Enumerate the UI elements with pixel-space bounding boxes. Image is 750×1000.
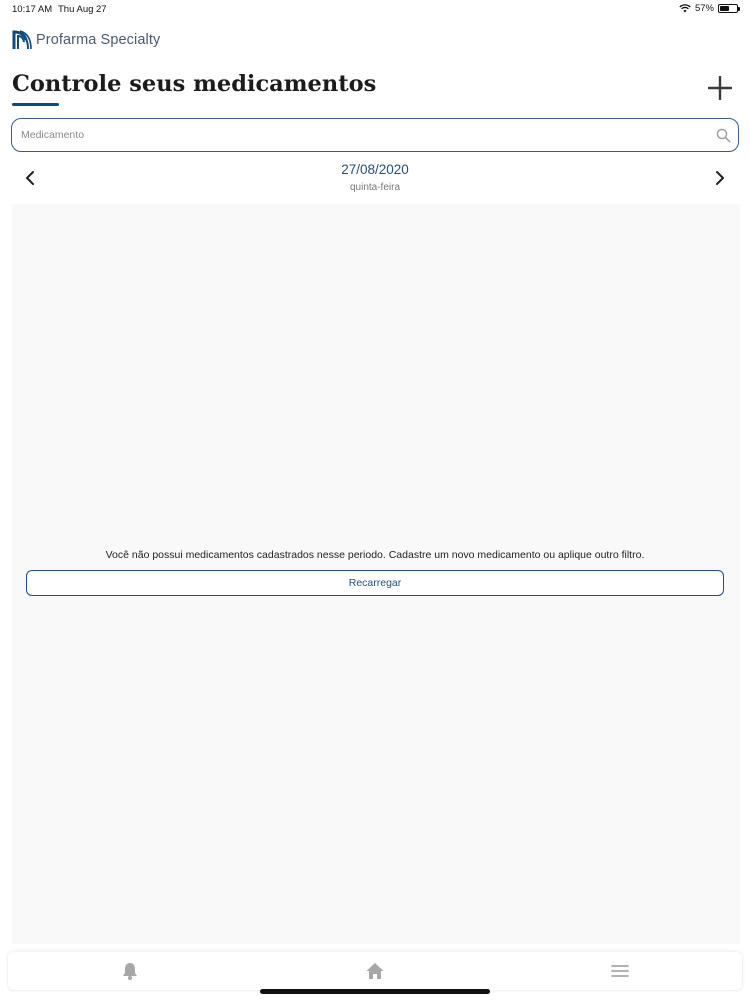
status-bar: 10:17 AM Thu Aug 27 57% — [0, 0, 750, 20]
status-date: Thu Aug 27 — [58, 4, 107, 15]
menu-icon[interactable] — [610, 961, 630, 981]
status-time: 10:17 AM — [12, 4, 53, 15]
search-bar — [11, 118, 739, 152]
reload-button[interactable]: Recarregar — [26, 570, 724, 596]
status-indicators: 57% — [679, 3, 740, 14]
battery-percent: 57% — [694, 3, 714, 14]
selected-weekday: quinta-feira — [349, 182, 401, 193]
battery-fill — [720, 6, 730, 11]
title-underline — [12, 103, 59, 106]
empty-state-message: Você não possui medicamentos cadastrados… — [105, 549, 645, 561]
profarma-logo-icon — [12, 30, 32, 50]
chevron-right-icon[interactable] — [712, 170, 728, 186]
add-medication-button[interactable] — [707, 75, 733, 101]
wifi-icon — [679, 4, 691, 13]
bottom-tab-bar — [8, 952, 742, 990]
brand-name: Profarma Specialty — [36, 32, 161, 48]
plus-icon — [707, 75, 733, 101]
home-indicator — [260, 989, 490, 994]
bell-icon[interactable] — [120, 961, 140, 981]
selected-date: 27/08/2020 — [341, 162, 409, 177]
date-navigator: 27/08/2020 quinta-feira — [0, 158, 750, 202]
page-title: Controle seus medicamentos — [12, 71, 377, 97]
search-input[interactable] — [19, 119, 709, 151]
battery-icon — [718, 4, 740, 13]
home-icon[interactable] — [365, 961, 385, 981]
brand-header: Profarma Specialty — [12, 28, 160, 52]
search-icon[interactable] — [716, 128, 731, 143]
